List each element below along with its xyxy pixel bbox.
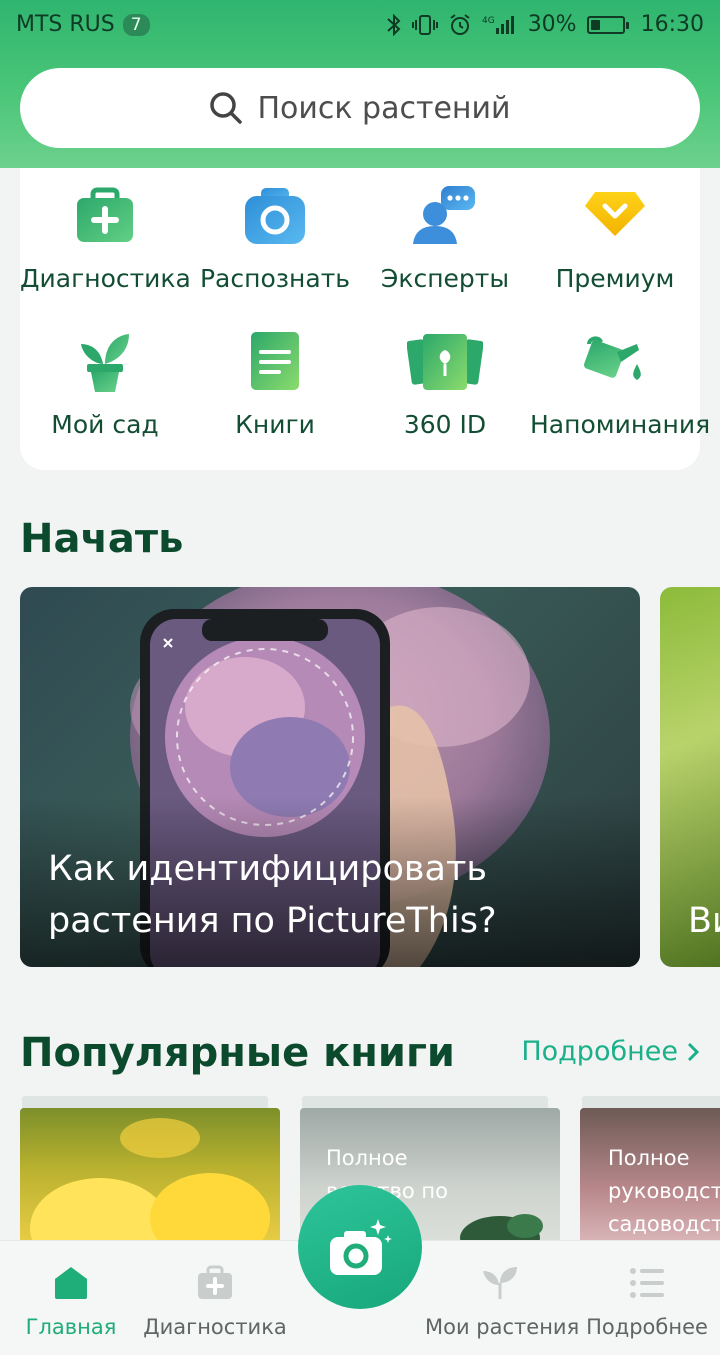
quick-action-label: Напоминания (530, 410, 711, 439)
quick-action-label: Премиум (555, 264, 675, 293)
card-title-line: Ви (688, 901, 720, 941)
camera-icon (245, 188, 305, 244)
quick-action-reminders[interactable]: Напоминания (530, 330, 711, 439)
quick-action-identify[interactable]: Распознать (190, 184, 360, 293)
quick-action-experts[interactable]: Эксперты (360, 184, 530, 293)
start-card-identify-guide[interactable]: Как идентифицировать растения по Picture… (20, 587, 640, 967)
battery-icon (586, 15, 629, 34)
quick-action-diagnostics[interactable]: Диагностика (20, 184, 191, 293)
camera-identify-button[interactable] (298, 1185, 422, 1309)
svg-text:4G: 4G (482, 16, 495, 26)
nav-more[interactable]: Подробнее (572, 1265, 720, 1339)
quick-action-my-garden[interactable]: Мой сад (20, 330, 190, 439)
start-section-title: Начать (20, 516, 184, 562)
status-bar: MTS RUS 7 4G 30% 16:30 (0, 0, 720, 50)
nav-diagnostics[interactable]: Диагностика (140, 1265, 290, 1339)
book-title: Полное руководст садоводст (608, 1142, 720, 1241)
bluetooth-icon (387, 13, 401, 36)
tulip-illustration (30, 1118, 270, 1258)
book-icon (251, 332, 299, 390)
books-section-title: Популярные книги (20, 1030, 455, 1076)
potted-plant-icon (81, 334, 129, 392)
carrier-name: MTS RUS (16, 12, 115, 37)
nav-label: Мои растения (425, 1315, 580, 1339)
quick-action-premium[interactable]: Премиум (530, 184, 700, 293)
search-icon (210, 92, 243, 124)
camera-sparkle-icon (330, 1219, 392, 1275)
watering-can-icon (584, 336, 641, 380)
alarm-icon (450, 13, 470, 35)
clock: 16:30 (640, 12, 704, 37)
nav-home[interactable]: Главная (0, 1265, 146, 1339)
book-cover[interactable] (20, 1108, 280, 1258)
quick-action-label: Книги (235, 410, 315, 439)
quick-action-label: Эксперты (380, 264, 510, 293)
nav-my-plants[interactable]: Мои растения (425, 1265, 580, 1339)
quick-action-360-id[interactable]: 360 ID (360, 330, 530, 439)
first-aid-kit-icon (77, 187, 133, 242)
chevron-right-icon (687, 1042, 700, 1061)
quick-actions-card: Диагностика Распознать Эксперты Премиум … (20, 168, 711, 470)
menu-list-icon (630, 1268, 664, 1298)
card-title-line: Как идентифицировать (48, 849, 488, 889)
nav-label: Диагностика (143, 1315, 287, 1339)
search-placeholder: Поиск растений (257, 90, 511, 126)
vibrate-icon (411, 14, 438, 35)
book-cover[interactable]: Полное руководст садоводст (580, 1108, 720, 1258)
plant-cards-icon (406, 334, 484, 390)
books-more-label: Подробнее (521, 1036, 678, 1067)
home-icon (55, 1267, 87, 1299)
expert-chat-icon (413, 186, 475, 244)
sprout-icon (483, 1267, 517, 1299)
nav-label: Главная (25, 1315, 117, 1339)
card-title: Как идентифицировать растения по Picture… (48, 843, 497, 947)
nav-label: Подробнее (586, 1315, 708, 1339)
book-title-line: руководст (608, 1179, 720, 1203)
quick-action-label: 360 ID (403, 410, 487, 439)
books-more-link[interactable]: Подробнее (521, 1036, 700, 1067)
header: MTS RUS 7 4G 30% 16:30 Поиск растений (0, 0, 720, 168)
book-title-line: садоводст (608, 1212, 720, 1236)
book-title-line: Полное (326, 1146, 408, 1170)
battery-percent: 30% (527, 12, 577, 37)
premium-diamond-icon (585, 192, 645, 236)
quick-action-books[interactable]: Книги (190, 330, 360, 439)
quick-action-label: Распознать (199, 264, 351, 293)
search-bar[interactable]: Поиск растений (20, 68, 700, 148)
notification-badge: 7 (122, 13, 150, 36)
book-title-line: Полное (608, 1146, 690, 1170)
quick-action-label: Диагностика (20, 264, 191, 293)
quick-action-label: Мой сад (51, 410, 159, 439)
card-title-line: растения по PictureThis? (48, 901, 497, 941)
start-card-next[interactable]: Ви (660, 587, 720, 967)
card-title: Ви (688, 895, 720, 947)
first-aid-kit-icon (198, 1265, 232, 1299)
signal-icon: 4G (482, 15, 514, 34)
